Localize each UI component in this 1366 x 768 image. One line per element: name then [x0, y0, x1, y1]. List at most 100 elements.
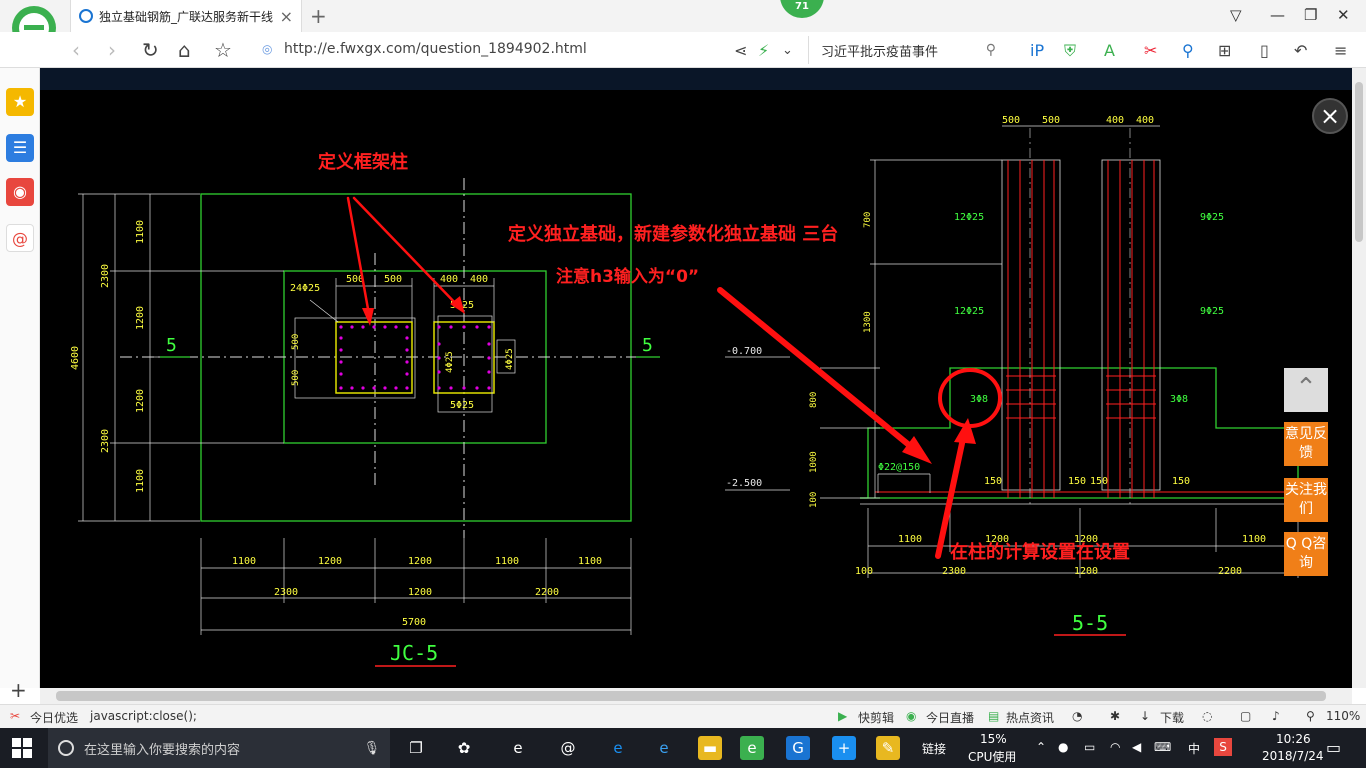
browser-tab[interactable]: 独立基础钢筋_广联达服务新干线 ×	[70, 0, 302, 32]
email-icon[interactable]: @	[6, 224, 34, 252]
section-150-1: 150	[984, 476, 1002, 487]
back-button[interactable]: ‹	[72, 38, 80, 62]
tray-chevron-icon[interactable]: ⌃	[1036, 740, 1046, 754]
edge-icon[interactable]: e	[606, 736, 630, 760]
translate-icon[interactable]: A	[1104, 41, 1115, 60]
360-browser-taskbar-icon[interactable]: e	[740, 736, 764, 760]
dropdown-chevron-icon[interactable]: ⌄	[782, 43, 793, 58]
horizontal-scroll-thumb[interactable]	[56, 691, 1326, 701]
notification-icon[interactable]: ▭	[1326, 738, 1341, 757]
taskbar-search[interactable]: 在这里输入你要搜索的内容 🎙	[48, 728, 390, 768]
favorites-star-icon[interactable]: ★	[6, 88, 34, 116]
weibo-icon[interactable]: ◉	[6, 178, 34, 206]
link-label[interactable]: 链接	[922, 740, 946, 757]
lightning-icon[interactable]: ⚡	[758, 41, 769, 60]
apps-grid-icon[interactable]: ⊞	[1218, 41, 1231, 60]
mobile-icon[interactable]: ▯	[1260, 41, 1269, 60]
vertical-scrollbar[interactable]	[1352, 68, 1366, 688]
daily-picks-link[interactable]: 今日优选	[30, 709, 78, 726]
clean-icon[interactable]: ◌	[1202, 709, 1212, 723]
share-icon[interactable]: ⋖	[734, 41, 747, 60]
pinwheel-app-icon[interactable]: ✿	[452, 736, 476, 760]
keyboard-icon[interactable]: ⌨	[1154, 740, 1171, 754]
new-tab-button[interactable]: +	[310, 4, 327, 28]
address-bar[interactable]: http://e.fwxgx.com/question_1894902.html	[284, 41, 587, 57]
tab-close-icon[interactable]: ×	[280, 7, 293, 26]
search-box[interactable]: 习近平批示疫苗事件 ⚲	[808, 36, 1008, 64]
window-icon[interactable]: ▢	[1240, 709, 1251, 723]
news-feed-icon[interactable]: ☰	[6, 134, 34, 162]
clock-date[interactable]: 2018/7/24	[1262, 749, 1324, 763]
plan-bottom-dim-5: 1100	[578, 556, 602, 567]
kuaijian-icon[interactable]: ▶	[838, 709, 847, 723]
zoom-icon[interactable]: ⚲	[1306, 709, 1315, 723]
plan-rebar-24phi25: 24Φ25	[290, 283, 320, 294]
ime-indicator[interactable]: 中	[1188, 740, 1200, 757]
sidebar-add-button[interactable]: +	[10, 678, 27, 702]
plan-bottom-dim-8: 2200	[535, 587, 559, 598]
speed-icon[interactable]: ◔	[1072, 709, 1082, 723]
qq-consult-button[interactable]: Q Q咨询	[1284, 532, 1328, 576]
hot-news-link[interactable]: 热点资讯	[1006, 709, 1054, 726]
reload-button[interactable]: ↻	[142, 38, 159, 62]
close-window-button[interactable]: ✕	[1337, 6, 1350, 24]
undo-icon[interactable]: ↶	[1294, 41, 1307, 60]
follow-us-button[interactable]: 关注我们	[1284, 478, 1328, 522]
notes-app-icon[interactable]: ✎	[876, 736, 900, 760]
favorite-star-icon[interactable]: ☆	[214, 38, 232, 62]
forward-button[interactable]: ›	[108, 38, 116, 62]
restore-button[interactable]: ❐	[1304, 6, 1317, 24]
internet-explorer-icon[interactable]: e	[652, 736, 676, 760]
section-rebar-9phi25-mid: 9Φ25	[1200, 306, 1224, 317]
hot-news-icon[interactable]: ▤	[988, 709, 999, 723]
plan-total-dim: 5700	[402, 617, 426, 628]
sogou-icon[interactable]: S	[1214, 738, 1232, 756]
battery-icon[interactable]: ▭	[1084, 740, 1095, 754]
sound-icon[interactable]: ♪	[1272, 709, 1280, 723]
minimize-button[interactable]: —	[1270, 6, 1285, 24]
microphone-icon[interactable]: 🎙	[363, 741, 380, 756]
annotation-define-foundation: 定义独立基础，新建参数化独立基础 三台	[508, 223, 838, 245]
plan-dim-4600: 4600	[70, 346, 81, 370]
plus-app-icon[interactable]: +	[832, 736, 856, 760]
plan-dim-1100-top: 1100	[135, 220, 146, 244]
back-to-top-button[interactable]: ⌃	[1284, 368, 1328, 412]
shirt-icon[interactable]: ▽	[1230, 6, 1242, 24]
volume-icon[interactable]: ◀	[1132, 740, 1141, 754]
clock-time[interactable]: 10:26	[1276, 732, 1311, 746]
home-button[interactable]: ⌂	[178, 38, 191, 62]
vertical-scroll-thumb[interactable]	[1355, 82, 1363, 242]
download-icon[interactable]: ↓	[1140, 709, 1150, 723]
magnifier-icon[interactable]: ⚲	[1182, 41, 1194, 60]
shield-icon[interactable]: ⛨	[1064, 41, 1076, 61]
zoom-level[interactable]: 110%	[1326, 709, 1360, 723]
ip-icon[interactable]: iP	[1030, 41, 1044, 60]
ie-classic-icon[interactable]: e	[506, 736, 530, 760]
cpu-label: CPU使用	[968, 750, 1017, 764]
live-icon[interactable]: ◉	[906, 709, 916, 723]
g-app-icon[interactable]: G	[786, 736, 810, 760]
people-icon[interactable]: ●	[1058, 740, 1068, 754]
download-link[interactable]: 下载	[1160, 709, 1184, 726]
horizontal-scrollbar[interactable]	[40, 688, 1352, 704]
file-explorer-icon[interactable]: ▬	[698, 736, 722, 760]
plan-small-dim-2: 500	[291, 370, 301, 386]
live-link[interactable]: 今日直播	[926, 709, 974, 726]
plan-section-mark-right: 5	[642, 335, 653, 356]
search-icon[interactable]: ⚲	[986, 42, 996, 58]
swirl-app-icon[interactable]: @	[556, 736, 580, 760]
wifi-icon[interactable]: ◠	[1110, 740, 1120, 754]
windows-start-icon[interactable]	[12, 738, 32, 758]
kuaijian-link[interactable]: 快剪辑	[858, 709, 894, 726]
recommend-icon[interactable]: ✂	[10, 709, 20, 723]
menu-icon[interactable]: ≡	[1334, 41, 1347, 60]
task-view-icon[interactable]: ❐	[404, 736, 428, 760]
site-favicon-icon	[79, 9, 93, 23]
plan-bottom-dim-4: 1100	[495, 556, 519, 567]
scissors-icon[interactable]: ✂	[1144, 41, 1157, 60]
pin-icon[interactable]: ✱	[1110, 709, 1120, 723]
score-badge[interactable]: 71	[780, 0, 824, 18]
close-viewer-button[interactable]: ×	[1312, 98, 1348, 134]
section-top-dim-4: 400	[1136, 115, 1154, 126]
feedback-button[interactable]: 意见反馈	[1284, 422, 1328, 466]
